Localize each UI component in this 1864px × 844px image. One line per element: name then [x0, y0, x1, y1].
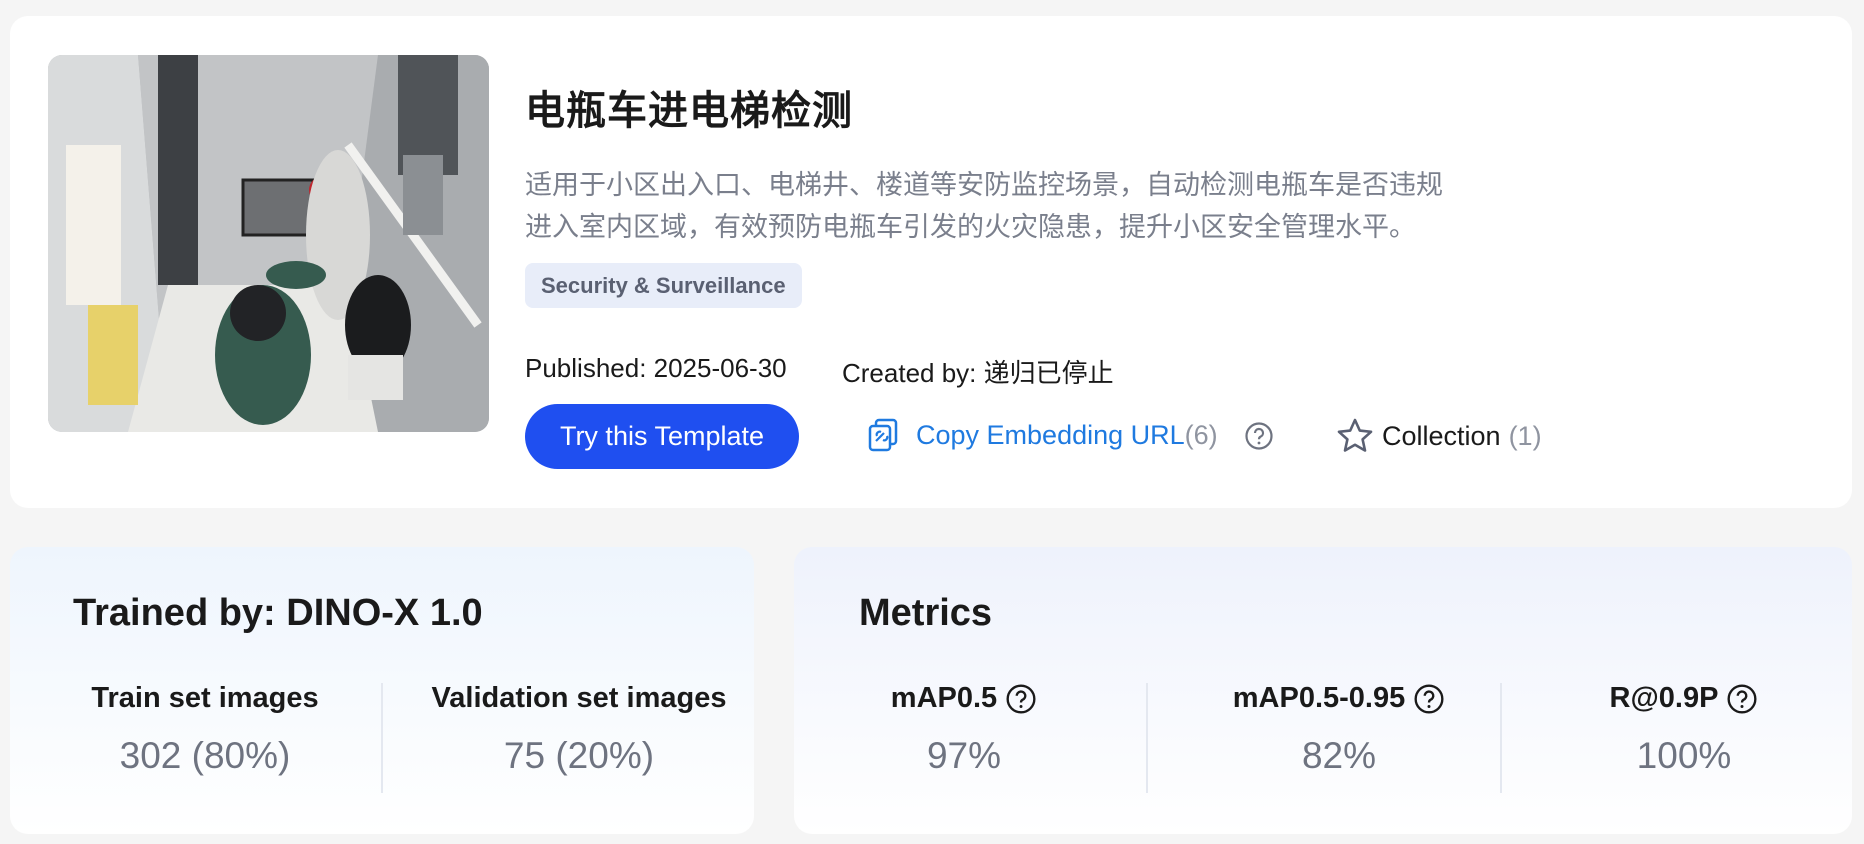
validation-set-value: 75 (20%) — [503, 735, 655, 776]
metric-divider — [1146, 683, 1148, 793]
metric-value: 97% — [926, 735, 1002, 776]
help-icon[interactable] — [1726, 683, 1758, 715]
validation-set-stat: Validation set images 75 (20%) — [403, 682, 755, 777]
metric-value: 82% — [1301, 735, 1377, 776]
collection-button[interactable]: Collection (1) — [1336, 417, 1542, 455]
collection-label: Collection — [1382, 420, 1501, 451]
copy-embedding-url-button[interactable]: Copy Embedding URL (6) — [868, 418, 1218, 452]
published-date: Published: 2025-06-30 — [525, 353, 787, 383]
metrics-panel: Metrics mAP0.5 97% mAP0.5-0.95 82% R@0.9… — [794, 547, 1852, 834]
help-icon[interactable] — [1005, 683, 1037, 715]
metric-value: 100% — [1636, 735, 1732, 776]
metrics-title: Metrics — [859, 592, 993, 634]
metric-r-at-0.9p: R@0.9P 100% — [1534, 682, 1834, 777]
training-panel: Trained by: DINO-X 1.0 Train set images … — [10, 547, 754, 834]
help-icon[interactable] — [1413, 683, 1445, 715]
template-thumbnail — [48, 55, 489, 432]
collection-count: (1) — [1508, 420, 1542, 451]
metric-label: mAP0.5 — [890, 682, 998, 714]
train-set-value: 302 (80%) — [119, 735, 291, 776]
metric-map50: mAP0.5 97% — [834, 682, 1094, 777]
validation-set-label: Validation set images — [431, 682, 727, 714]
help-icon[interactable] — [1244, 421, 1274, 451]
copy-embedding-count: (6) — [1184, 419, 1218, 450]
try-template-button[interactable]: Try this Template — [525, 404, 799, 469]
metric-map50-95: mAP0.5-0.95 82% — [1174, 682, 1504, 777]
copy-link-icon — [868, 418, 898, 452]
template-title: 电瓶车进电梯检测 — [525, 89, 853, 133]
train-set-label: Train set images — [91, 682, 319, 714]
copy-embedding-label: Copy Embedding URL — [916, 419, 1185, 450]
created-by: Created by: 递归已停止 — [842, 358, 1114, 388]
metric-divider — [1500, 683, 1502, 793]
train-set-stat: Train set images 302 (80%) — [50, 682, 360, 777]
metric-label: mAP0.5-0.95 — [1232, 682, 1406, 714]
star-icon — [1337, 418, 1373, 452]
category-tag[interactable]: Security & Surveillance — [525, 263, 802, 308]
template-card: 电瓶车进电梯检测 适用于小区出入口、电梯井、楼道等安防监控场景，自动检测电瓶车是… — [10, 16, 1852, 508]
trained-by-title: Trained by: DINO-X 1.0 — [73, 592, 483, 634]
stat-divider — [381, 683, 383, 793]
template-description: 适用于小区出入口、电梯井、楼道等安防监控场景，自动检测电瓶车是否违规进入室内区域… — [525, 170, 1443, 242]
metric-label: R@0.9P — [1609, 682, 1719, 714]
